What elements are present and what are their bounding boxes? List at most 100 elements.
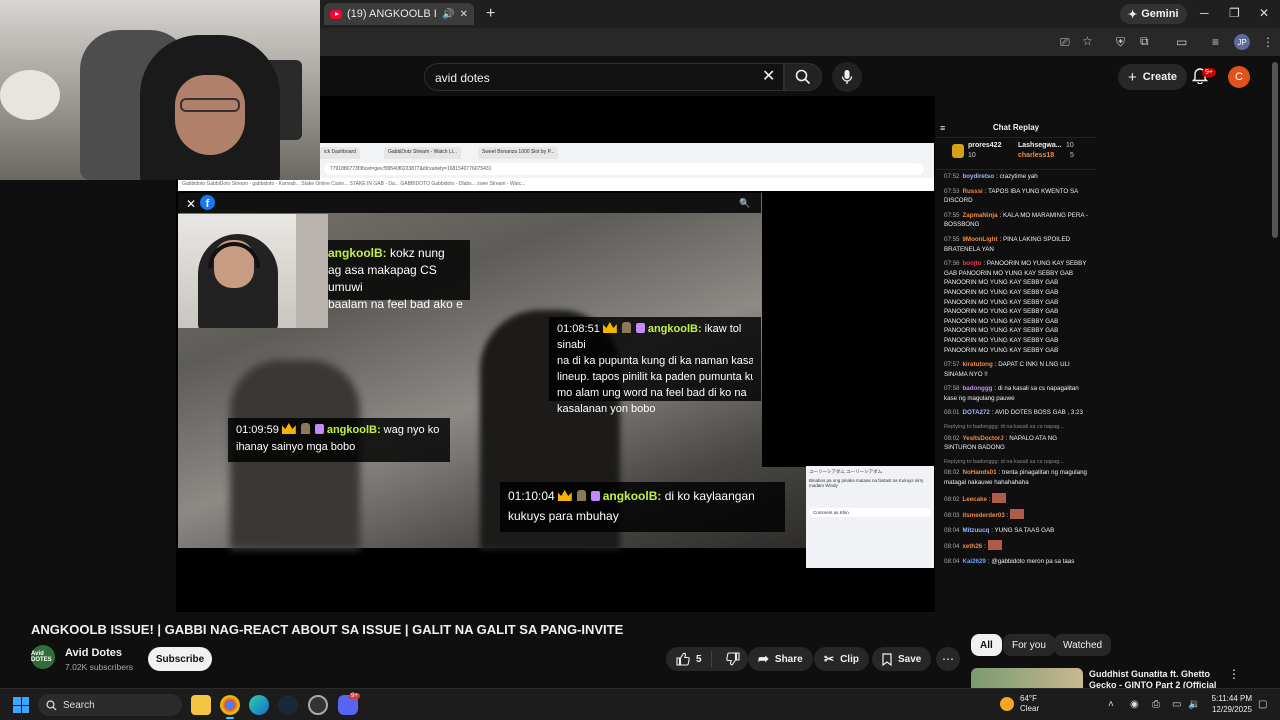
- shield-icon[interactable]: ⛨: [1116, 35, 1125, 50]
- chat-username[interactable]: kiratutong: [962, 361, 992, 368]
- chat-username[interactable]: DOTA272: [962, 409, 989, 416]
- page-scrollbar[interactable]: [1272, 62, 1278, 238]
- like-button[interactable]: 5: [666, 651, 712, 667]
- subtitle-name: angkoolB:: [602, 489, 662, 503]
- chat-message: 08:03 itsmederder03:: [944, 509, 1088, 521]
- chat-username[interactable]: Leecake: [962, 496, 986, 503]
- reading-list-icon[interactable]: ≡: [1212, 35, 1219, 49]
- chat-username[interactable]: NoHands01: [962, 469, 996, 476]
- speaker-icon[interactable]: 🔊: [442, 9, 454, 20]
- chat-username[interactable]: itsmederder03: [962, 512, 1004, 519]
- chat-username[interactable]: boydiretso: [962, 173, 994, 180]
- create-button[interactable]: + Create: [1118, 64, 1188, 90]
- zoom-icon: 🔍: [739, 198, 751, 208]
- taskbar-search[interactable]: Search: [38, 694, 182, 716]
- chat-message: 07:55 ZapmaNinja: KALA MO MARAMING PERA -…: [944, 211, 1088, 229]
- inner-tab: Sweet Bonanza 1000 Slot by P...: [478, 147, 559, 159]
- tray-chevron-icon[interactable]: ˄: [1108, 699, 1114, 710]
- chat-timestamp: 08:04: [944, 526, 960, 534]
- maximize-icon[interactable]: ❐: [1229, 6, 1240, 20]
- donor-count: 10: [1066, 142, 1074, 149]
- account-avatar[interactable]: C: [1228, 66, 1250, 88]
- dislike-button[interactable]: [718, 652, 740, 666]
- crown-icon: [557, 490, 572, 501]
- subtitle-name: angkoolB:: [326, 424, 381, 436]
- search-button[interactable]: [784, 63, 822, 91]
- windows-start-icon[interactable]: [13, 697, 29, 713]
- browser-tab-active[interactable]: (19) ANGKOOLB ISSUE! | GA 🔊 ✕: [324, 3, 474, 25]
- gem-icon: [590, 491, 600, 501]
- profile-avatar[interactable]: JP: [1234, 34, 1250, 50]
- search-input[interactable]: avid dotes: [424, 63, 784, 91]
- new-tab-button[interactable]: +: [486, 5, 495, 23]
- donor-name: charless18: [1018, 152, 1055, 159]
- taskbar-clock[interactable]: 5:11:44 PM 12/29/2025: [1206, 693, 1252, 715]
- save-bookmark-icon: [882, 652, 892, 666]
- discord-badge: 9+: [349, 693, 360, 699]
- channel-avatar[interactable]: Avid DOTES: [31, 645, 55, 669]
- webcam-overlay: [0, 0, 320, 180]
- chat-message: 07:58 badonggg: di na kasali sa cs napaga…: [944, 385, 1079, 402]
- mic-tray-icon[interactable]: ⎙: [1152, 699, 1160, 710]
- subtitle-line: kokz nung: [390, 246, 445, 260]
- chat-username[interactable]: Kai2629: [962, 558, 985, 565]
- subscribe-button[interactable]: Subscribe: [148, 647, 212, 671]
- chat-messages: 07:52 boydiretso: crazytime yah 07:53 Russs…: [936, 170, 1096, 574]
- clip-button[interactable]: ✂ Clip: [814, 647, 869, 671]
- share-button[interactable]: ➦ Share: [748, 647, 813, 671]
- badge-icon: [300, 423, 310, 434]
- minimize-icon[interactable]: ─: [1200, 6, 1209, 20]
- weather-temp: 64°F: [1020, 694, 1037, 703]
- thumbs-down-icon: [726, 652, 740, 666]
- network-icon[interactable]: ◉: [1130, 699, 1139, 710]
- facebook-logo-icon: f: [200, 195, 215, 210]
- close-window-icon[interactable]: ✕: [1259, 6, 1269, 20]
- chat-username[interactable]: bonjto: [962, 260, 981, 267]
- edge-icon[interactable]: [249, 695, 269, 715]
- chat-menu-icon[interactable]: ≡: [940, 123, 945, 133]
- bookmark-star-icon[interactable]: ☆: [1082, 34, 1093, 48]
- recommendation-thumbnail[interactable]: [971, 668, 1083, 688]
- viewer-close-icon: ✕: [186, 197, 197, 211]
- obs-icon[interactable]: [308, 695, 328, 715]
- cast-icon[interactable]: ⎚: [1060, 35, 1070, 50]
- weather-widget[interactable]: 64°F Clear: [1000, 694, 1039, 714]
- save-button[interactable]: Save: [872, 647, 932, 671]
- file-explorer-icon[interactable]: [191, 695, 211, 715]
- chat-username[interactable]: ZapmaNinja: [962, 212, 997, 219]
- chip-all[interactable]: All: [971, 634, 1002, 656]
- chat-username[interactable]: badonggg: [962, 385, 992, 392]
- facebook-side-panel: [762, 193, 934, 467]
- chat-username[interactable]: 9MoonLight: [962, 236, 997, 243]
- tab-close-icon[interactable]: ✕: [460, 9, 468, 20]
- chat-username[interactable]: YesItsDoctorJ: [962, 435, 1003, 442]
- chip-for-you[interactable]: For you: [1003, 634, 1055, 656]
- steam-icon[interactable]: [278, 695, 298, 715]
- subtitle-line: ag asa makapag CS umuwi: [328, 263, 437, 294]
- clear-search-icon[interactable]: ✕: [762, 66, 775, 86]
- channel-name[interactable]: Avid Dotes: [65, 647, 122, 659]
- tab-title: (19) ANGKOOLB ISSUE! | GA: [347, 8, 437, 20]
- chat-message: 08:04 Mitzuucq: YUNG SA TAAS GAB: [944, 526, 1055, 534]
- chat-username[interactable]: xeth26: [962, 543, 982, 550]
- extensions-icon[interactable]: ⧉: [1140, 34, 1149, 49]
- chat-username[interactable]: Mitzuucq: [962, 527, 989, 534]
- notification-center-icon[interactable]: ▢: [1258, 699, 1267, 710]
- donor-name: Lashsegwa...: [1018, 142, 1062, 149]
- chat-message: 08:02 Leecake:: [944, 492, 1088, 505]
- notification-badge: 9+: [1202, 68, 1216, 77]
- chat-title: Chat Replay: [992, 123, 1040, 132]
- chat-username[interactable]: Russsi: [962, 188, 982, 195]
- display-icon[interactable]: ▭: [1172, 699, 1181, 710]
- chip-watched[interactable]: Watched: [1054, 634, 1112, 656]
- recommendation-title[interactable]: Guddhist Gunatita ft. Ghetto Gecko - GIN…: [1089, 669, 1219, 689]
- voice-search-button[interactable]: [832, 62, 862, 92]
- chat-message: 07:57 kiratutong: DAPAT C INKI N LNG ULI …: [944, 361, 1070, 378]
- volume-icon[interactable]: 🔉: [1188, 699, 1200, 710]
- kebab-menu-icon[interactable]: ⋮: [1262, 35, 1274, 49]
- recommendation-menu-icon[interactable]: ⋮: [1228, 667, 1240, 681]
- chrome-icon[interactable]: [220, 695, 240, 715]
- sidepanel-icon[interactable]: ▭: [1176, 35, 1187, 49]
- more-actions-icon[interactable]: ⋯: [936, 647, 960, 671]
- gemini-button[interactable]: ✦ Gemini: [1120, 4, 1187, 24]
